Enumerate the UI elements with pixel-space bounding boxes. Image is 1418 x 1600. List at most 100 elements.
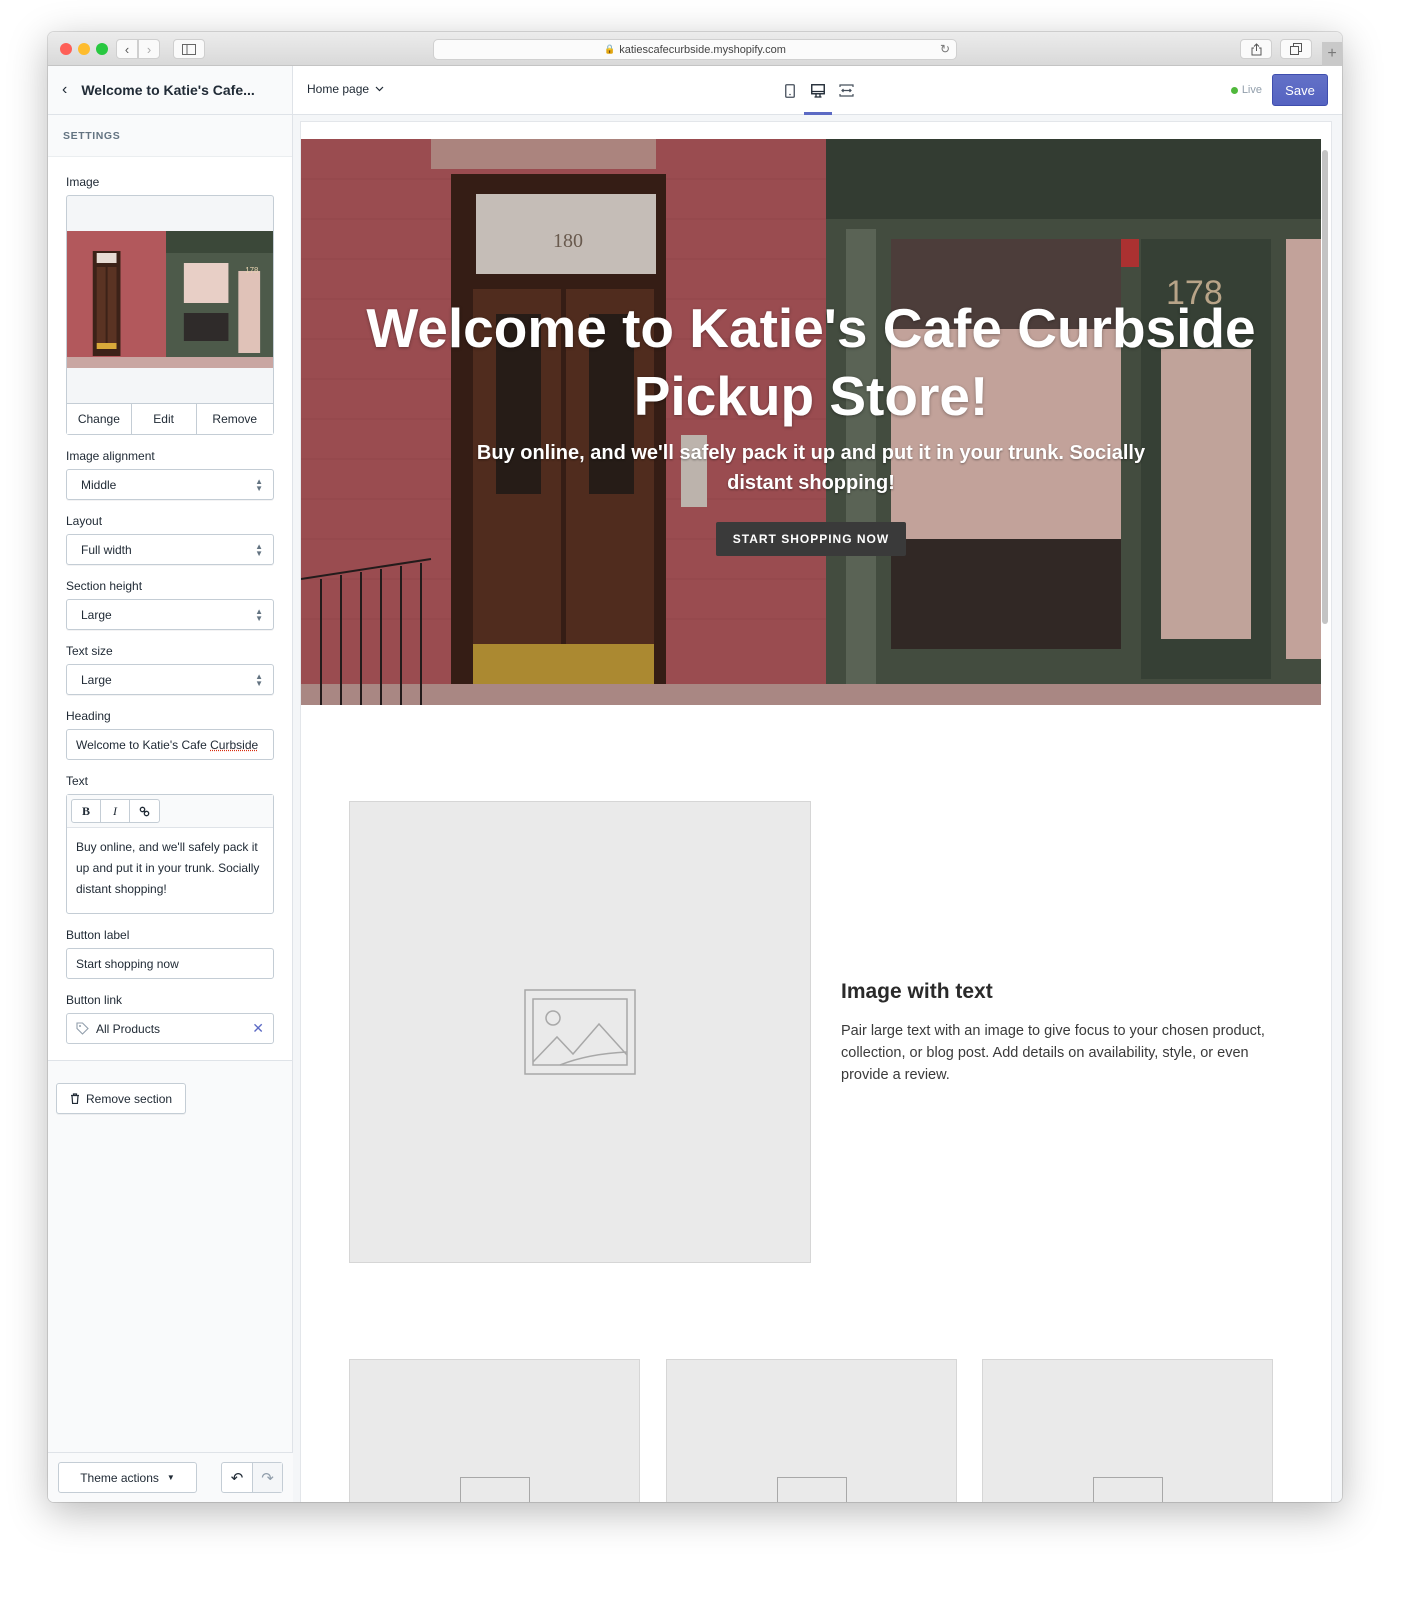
forward-icon: › — [146, 41, 152, 57]
chevron-down-icon — [375, 86, 384, 92]
text-editor: B I Buy online, and we'll safely pack it… — [66, 794, 274, 914]
settings-label: SETTINGS — [48, 115, 292, 157]
forward-button[interactable]: › — [138, 39, 160, 59]
image-with-text-body: Pair large text with an image to give fo… — [841, 1023, 1265, 1083]
sidebar-toggle-button[interactable] — [173, 39, 205, 59]
layout-value: Full width — [81, 542, 132, 557]
trash-icon — [71, 1093, 79, 1104]
maximize-window-button[interactable] — [96, 43, 108, 55]
change-image-button[interactable]: Change — [67, 404, 132, 434]
button-link-value: All Products — [96, 1021, 161, 1036]
rte-toolbar: B I — [67, 795, 273, 828]
svg-text:178: 178 — [245, 266, 259, 275]
heading-label: Heading — [66, 709, 111, 723]
theme-actions-label: Theme actions — [80, 1470, 159, 1485]
clear-link-icon[interactable]: ✕ — [252, 1020, 264, 1037]
remove-section-button[interactable]: Remove section — [56, 1083, 187, 1114]
full-width-view-button[interactable] — [837, 66, 855, 115]
device-switcher — [781, 66, 855, 115]
share-icon — [1251, 42, 1261, 55]
hero-banner: 180 178 Welcome to Katie's Cafe Curbside… — [301, 139, 1321, 705]
undo-icon: ↶ — [230, 1469, 244, 1487]
image-with-text-heading: Image with text — [841, 980, 993, 1003]
start-shopping-button[interactable]: START SHOPPING NOW — [715, 522, 907, 556]
text-size-select[interactable]: Large ▲ ▼ — [66, 664, 274, 695]
link-icon — [139, 806, 150, 816]
text-editor-content[interactable]: Buy online, and we'll safely pack it up … — [67, 828, 273, 913]
layout-label: Layout — [66, 514, 103, 528]
storefront-preview: 180 178 Welcome to Katie's Cafe Curbside… — [301, 122, 1331, 1502]
sidebar-footer: Theme actions ▼ ↶ ↷ — [48, 1452, 293, 1502]
collection-placeholder[interactable] — [666, 1359, 957, 1502]
button-label-value: Start shopping now — [76, 956, 179, 971]
live-dot-icon — [1230, 86, 1238, 94]
preview-area: 180 178 Welcome to Katie's Cafe Curbside… — [293, 115, 1342, 1502]
section-title: Welcome to Katie's Cafe... — [81, 82, 255, 98]
hero-heading: Welcome to Katie's Cafe Curbside Pickup … — [366, 297, 1256, 427]
button-link-input[interactable]: All Products ✕ — [66, 1013, 274, 1044]
button-link-label: Button link — [66, 993, 123, 1007]
collection-placeholder[interactable] — [349, 1359, 640, 1502]
bold-button[interactable]: B — [72, 800, 101, 822]
page-selector[interactable]: Home page — [307, 82, 384, 96]
new-tab-button[interactable]: + — [1322, 42, 1342, 66]
save-button[interactable]: Save — [1272, 74, 1328, 106]
address-bar[interactable]: 🔒 katiescafecurbside.myshopify.com ↻ — [433, 39, 957, 60]
browser-window: ‹ › 🔒 katiescafecurbside.myshopify.com ↻… — [48, 32, 1342, 1502]
redo-icon: ↷ — [261, 1469, 274, 1487]
back-chevron-icon[interactable]: ‹ — [62, 81, 67, 99]
theme-actions-button[interactable]: Theme actions ▼ — [58, 1462, 197, 1493]
image-alignment-label: Image alignment — [66, 449, 155, 463]
tag-icon — [76, 1022, 89, 1035]
remove-image-button[interactable]: Remove — [197, 404, 274, 434]
section-height-select[interactable]: Large ▲ ▼ — [66, 599, 274, 630]
editor-topbar: Home page Live Save — [293, 66, 1342, 115]
live-status: Live — [1230, 84, 1262, 96]
lock-icon: 🔒 — [604, 44, 616, 54]
select-arrows-icon: ▲ ▼ — [255, 476, 263, 493]
section-height-label: Section height — [66, 579, 143, 593]
link-button[interactable] — [130, 800, 159, 822]
image-picker: 178 Change Edit Remove — [66, 195, 274, 435]
section-height-value: Large — [81, 607, 112, 622]
image-alignment-value: Middle — [81, 477, 117, 492]
image-placeholder-icon — [1093, 1477, 1163, 1502]
image-placeholder-icon — [777, 1477, 847, 1502]
desktop-view-button[interactable] — [804, 66, 832, 115]
image-with-text-placeholder — [349, 801, 811, 1263]
browser-toolbar: ‹ › 🔒 katiescafecurbside.myshopify.com ↻… — [48, 32, 1342, 66]
reload-icon[interactable]: ↻ — [940, 42, 950, 56]
history-controls: ↶ ↷ — [221, 1462, 283, 1493]
section-actions: Remove section — [48, 1061, 292, 1136]
italic-button[interactable]: I — [101, 800, 130, 822]
redo-button[interactable]: ↷ — [252, 1463, 282, 1492]
share-button[interactable] — [1240, 39, 1272, 59]
collection-placeholder[interactable] — [982, 1359, 1273, 1502]
text-size-value: Large — [81, 672, 112, 687]
back-icon: ‹ — [124, 41, 130, 57]
edit-image-button[interactable]: Edit — [132, 404, 197, 434]
heading-value-misspelled: Curbside — [210, 737, 259, 752]
url-text: katiescafecurbside.myshopify.com — [619, 43, 786, 56]
live-label: Live — [1241, 84, 1262, 96]
layout-select[interactable]: Full width ▲ ▼ — [66, 534, 274, 565]
remove-section-label: Remove section — [86, 1091, 173, 1106]
close-window-button[interactable] — [60, 43, 72, 55]
preview-scrollbar[interactable] — [1322, 150, 1328, 624]
show-tabs-button[interactable] — [1280, 39, 1312, 59]
heading-input[interactable]: Welcome to Katie's Cafe Curbside — [66, 729, 274, 760]
mobile-view-button[interactable] — [781, 66, 799, 115]
back-button[interactable]: ‹ — [116, 39, 138, 59]
image-alignment-select[interactable]: Middle ▲ ▼ — [66, 469, 274, 500]
image-thumbnail[interactable]: 178 — [67, 231, 273, 368]
button-label-input[interactable]: Start shopping now — [66, 948, 274, 979]
heading-value: Welcome to Katie's Cafe — [76, 737, 207, 752]
image-label: Image — [66, 175, 100, 189]
undo-button[interactable]: ↶ — [222, 1463, 252, 1492]
image-with-text-content: Image with text Pair large text with an … — [841, 980, 1281, 1086]
caret-down-icon: ▼ — [166, 1473, 175, 1482]
button-label-label: Button label — [66, 928, 130, 942]
text-label: Text — [66, 774, 89, 788]
page-selector-label: Home page — [307, 82, 370, 96]
minimize-window-button[interactable] — [78, 43, 90, 55]
